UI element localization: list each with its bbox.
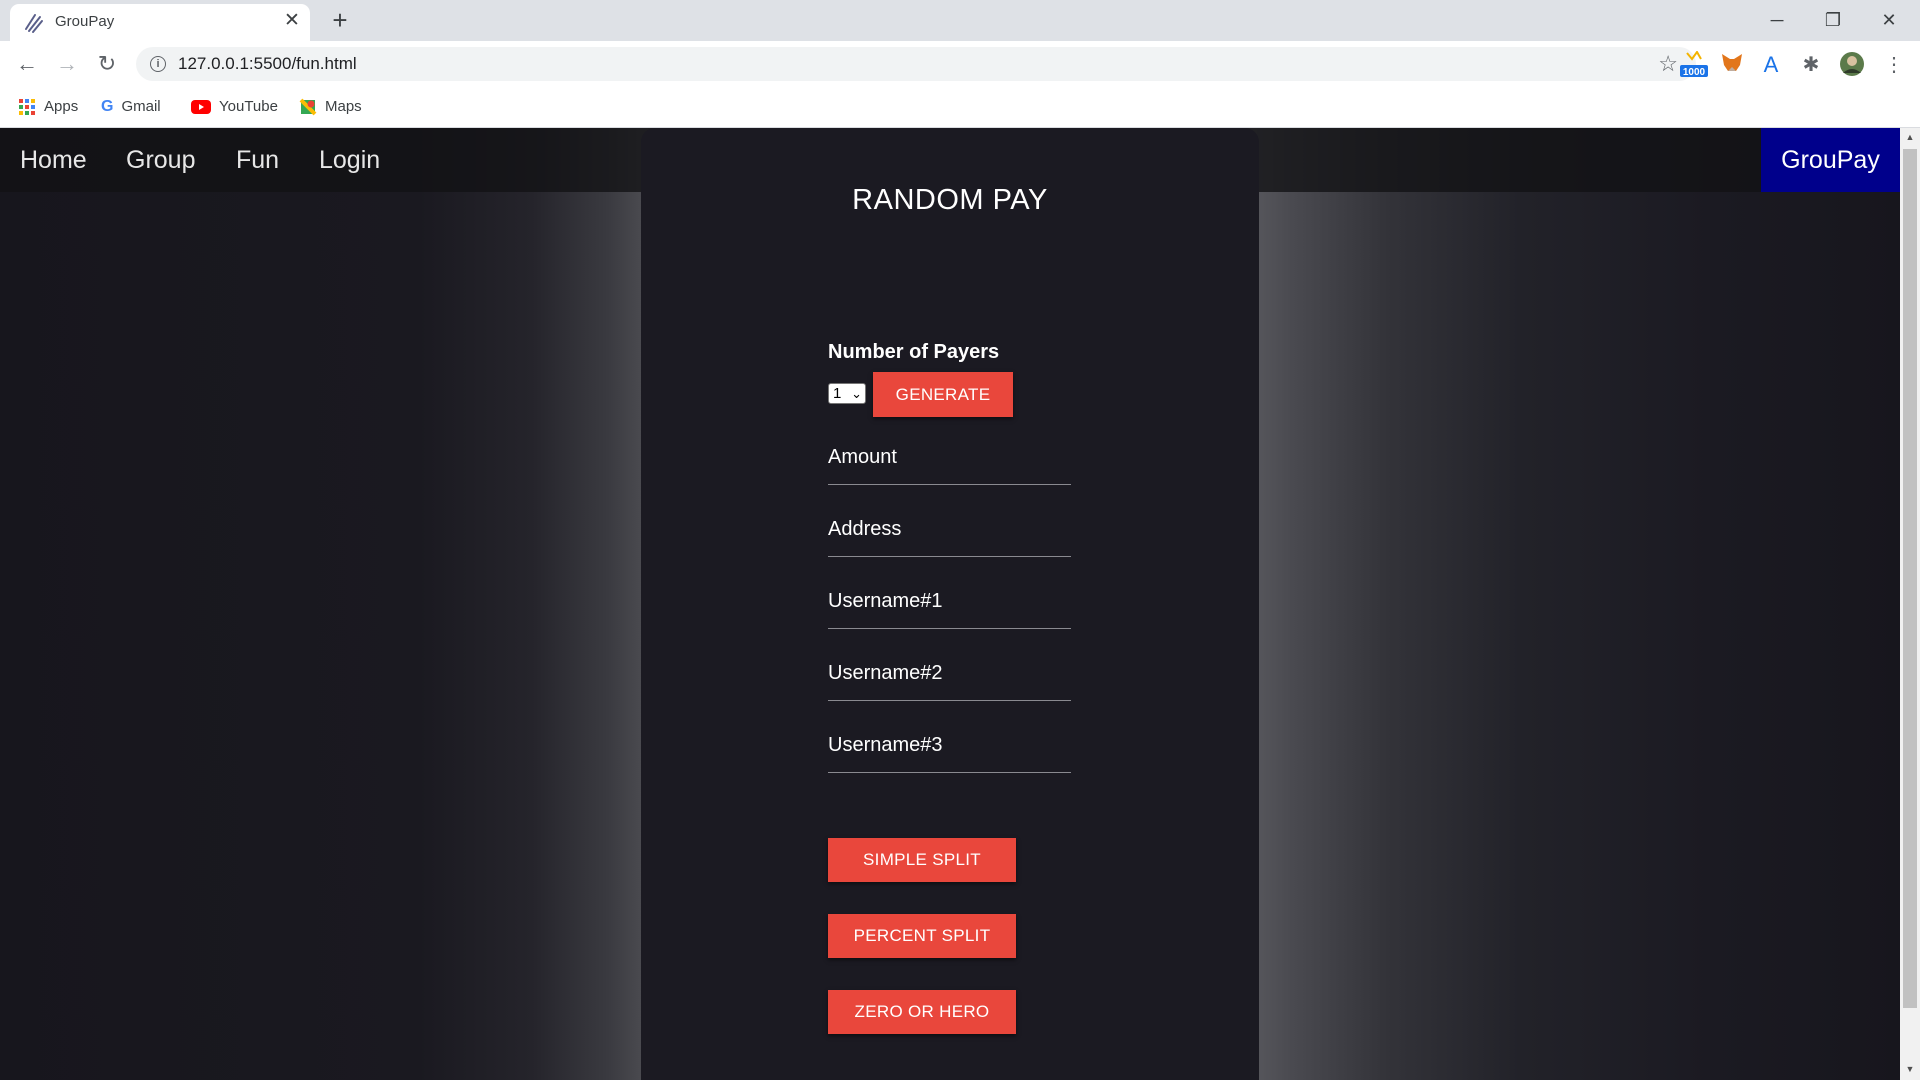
simple-split-button[interactable]: SIMPLE SPLIT	[828, 838, 1016, 882]
new-tab-button[interactable]: +	[325, 6, 355, 36]
payers-select[interactable]: 1 ⌄	[828, 383, 866, 404]
bookmark-youtube[interactable]: YouTube	[191, 96, 278, 118]
google-icon: G	[101, 98, 114, 116]
profile-avatar-icon[interactable]	[1838, 51, 1866, 79]
bookmark-label: Gmail	[121, 98, 161, 115]
tab-close-icon[interactable]: ✕	[280, 9, 304, 33]
bookmark-gmail[interactable]: G Gmail	[101, 96, 161, 118]
username-2-label: Username#2	[828, 662, 943, 684]
percent-split-button[interactable]: PERCENT SPLIT	[828, 914, 1016, 958]
forward-arrow-icon[interactable]: →	[52, 49, 82, 79]
bookmarks-bar: Apps G Gmail YouTube Maps	[0, 86, 1920, 128]
bookmark-label: YouTube	[219, 98, 278, 115]
font-a-icon[interactable]: A	[1757, 51, 1785, 79]
groupay-favicon-icon	[25, 14, 43, 33]
close-window-button[interactable]: ✕	[1866, 4, 1912, 36]
extension-counter-icon[interactable]: 1000	[1679, 50, 1708, 79]
address-field[interactable]: Address	[828, 510, 1071, 557]
page-title: RANDOM PAY	[852, 184, 1048, 216]
username-3-field[interactable]: Username#3	[828, 726, 1071, 773]
brand-logo-link[interactable]: GrouPay	[1761, 128, 1900, 192]
reload-icon[interactable]: ↻	[92, 49, 122, 79]
youtube-icon	[191, 100, 211, 115]
nav-home-link[interactable]: Home	[20, 146, 87, 175]
minimize-button[interactable]: ─	[1754, 4, 1800, 36]
amount-label: Amount	[828, 446, 897, 468]
tab-strip: GrouPay ✕ + ─ ❐ ✕	[0, 0, 1920, 41]
scroll-thumb[interactable]	[1903, 149, 1917, 1008]
scroll-up-arrow-icon[interactable]: ▲	[1900, 132, 1920, 142]
nav-fun-link[interactable]: Fun	[236, 146, 279, 175]
site-info-icon[interactable]: i	[150, 56, 166, 72]
page-viewport: Home Group Fun Login GrouPay RANDOM PAY …	[0, 128, 1900, 1080]
random-pay-card: RANDOM PAY Number of Payers 1 ⌄ GENERATE…	[641, 128, 1259, 1080]
bookmark-apps[interactable]: Apps	[18, 96, 78, 118]
svg-text:1000: 1000	[1683, 67, 1706, 78]
menu-kebab-icon[interactable]: ⋮	[1880, 51, 1908, 79]
username-3-label: Username#3	[828, 734, 943, 756]
amount-field[interactable]: Amount	[828, 438, 1071, 485]
nav-login-link[interactable]: Login	[319, 146, 380, 175]
nav-group-link[interactable]: Group	[126, 146, 195, 175]
bookmark-star-icon[interactable]: ☆	[1658, 51, 1678, 77]
url-text[interactable]: 127.0.0.1:5500/fun.html	[178, 54, 357, 74]
address-label: Address	[828, 518, 902, 540]
bookmark-maps[interactable]: Maps	[299, 96, 362, 118]
payers-selected-value: 1	[833, 385, 842, 402]
username-1-field[interactable]: Username#1	[828, 582, 1071, 629]
extensions-puzzle-icon[interactable]: ✱	[1797, 51, 1825, 79]
restore-button[interactable]: ❐	[1810, 4, 1856, 36]
maps-icon	[299, 98, 317, 116]
bookmark-label: Apps	[44, 98, 79, 115]
username-2-field[interactable]: Username#2	[828, 654, 1071, 701]
tab-title: GrouPay	[55, 13, 115, 30]
generate-button[interactable]: GENERATE	[873, 372, 1013, 417]
scroll-down-arrow-icon[interactable]: ▼	[1900, 1064, 1920, 1074]
metamask-fox-icon[interactable]	[1718, 51, 1746, 79]
bookmark-label: Maps	[325, 98, 362, 115]
payers-label: Number of Payers	[828, 341, 1000, 363]
username-1-label: Username#1	[828, 590, 943, 612]
back-arrow-icon[interactable]: ←	[12, 49, 42, 79]
browser-tab[interactable]: GrouPay ✕	[10, 4, 310, 41]
chevron-down-icon: ⌄	[851, 386, 862, 401]
page-scrollbar[interactable]: ▲ ▼	[1900, 128, 1920, 1080]
address-bar[interactable]: i 127.0.0.1:5500/fun.html ☆	[136, 47, 1696, 81]
apps-grid-icon	[19, 99, 35, 116]
browser-toolbar: ← → ↻ i 127.0.0.1:5500/fun.html ☆	[0, 41, 1920, 86]
zero-or-hero-button[interactable]: ZERO OR HERO	[828, 990, 1016, 1034]
